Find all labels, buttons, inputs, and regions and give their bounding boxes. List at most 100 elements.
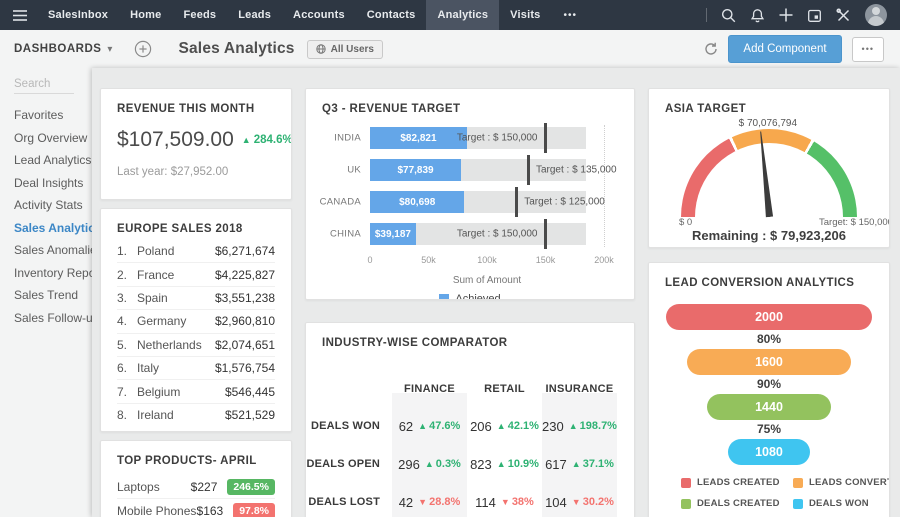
notifications-bell-icon[interactable]	[750, 8, 765, 23]
page-title: Sales Analytics	[178, 40, 294, 58]
navbar-divider	[706, 8, 707, 22]
funnel-stage-deals-won[interactable]: 1080	[728, 439, 810, 465]
nav-tab-salesinbox[interactable]: SalesInbox	[37, 0, 119, 30]
sidebar-item-sales-analytics[interactable]: Sales Analytics	[0, 217, 92, 240]
app-window: SalesInbox Home Feeds Leads Accounts Con…	[0, 0, 900, 517]
q3-track: $80,698 Target : $ 125,000	[370, 191, 586, 213]
country-value: $1,576,754	[215, 361, 275, 375]
product-delta-badge: 246.5%	[227, 479, 275, 495]
gauge-target-label: Target: $ 150,000,000	[819, 217, 890, 228]
sidebar-item-lead-analytics[interactable]: Lead Analytics	[0, 149, 92, 172]
card-title: INDUSTRY-WISE COMPARATOR	[306, 323, 634, 349]
add-dashboard-button[interactable]	[134, 40, 152, 58]
cell-value: 104	[545, 495, 567, 510]
dashboards-sidebar: Favorites Org Overview Lead Analytics De…	[0, 68, 92, 517]
quick-create-plus-icon[interactable]	[779, 8, 793, 22]
comparator-column-header: INSURANCE	[542, 371, 617, 407]
nav-tab-feeds[interactable]: Feeds	[172, 0, 227, 30]
funnel-legend-item: DEALS WON	[793, 498, 890, 509]
refresh-icon	[704, 42, 718, 56]
user-avatar[interactable]	[865, 4, 887, 26]
card-title: Q3 - REVENUE TARGET	[306, 89, 634, 115]
nav-tab-accounts[interactable]: Accounts	[282, 0, 356, 30]
sidebar-item-favorites[interactable]: Favorites	[0, 104, 92, 127]
nav-tab-visits[interactable]: Visits	[499, 0, 551, 30]
list-item: 7.Belgium$546,445	[117, 380, 275, 403]
europe-sales-list: 1.Poland$6,271,674 2.France$4,225,827 3.…	[101, 235, 291, 427]
dashboards-dropdown[interactable]: DASHBOARDS ▾	[0, 43, 112, 55]
sidebar-item-sales-trend[interactable]: Sales Trend	[0, 284, 92, 307]
add-component-button[interactable]: Add Component	[728, 35, 841, 63]
q3-legend: Achieved	[306, 293, 634, 300]
trend-arrow-icon: ▲	[418, 421, 427, 431]
dashboard-header: DASHBOARDS ▾ Sales Analytics All Users A…	[0, 30, 900, 68]
country-value: $2,960,810	[215, 314, 275, 328]
rank: 6.	[117, 361, 137, 375]
q3-row: INDIA $82,821 Target : $ 150,000	[370, 127, 604, 149]
country-name: Italy	[137, 361, 159, 375]
rank: 4.	[117, 314, 137, 328]
rank: 7.	[117, 385, 137, 399]
legend-label: DEALS CREATED	[697, 498, 780, 509]
refresh-button[interactable]	[704, 42, 718, 56]
nav-tab-leads[interactable]: Leads	[227, 0, 282, 30]
cell-value: 230	[542, 419, 564, 434]
cell-value: 114	[475, 495, 496, 510]
sidebar-item-inventory-reports[interactable]: Inventory Reports	[0, 262, 92, 285]
q3-axis-endline	[604, 125, 605, 247]
nav-tab-home[interactable]: Home	[119, 0, 172, 30]
list-item: 3.Spain$3,551,238	[117, 287, 275, 310]
all-users-badge[interactable]: All Users	[307, 40, 383, 59]
gauge-remaining-label: Remaining : $ 79,923,206	[649, 228, 889, 243]
nav-more-button[interactable]: •••	[552, 10, 590, 21]
trend-arrow-icon: ▼	[501, 497, 510, 507]
calendar-icon[interactable]	[807, 8, 822, 23]
cell-value: 296	[398, 457, 420, 472]
navbar-right-icons	[706, 4, 900, 26]
comparator-table: FINANCE RETAIL INSURANCE DEALS WON 62▲47…	[306, 371, 634, 517]
settings-tools-icon[interactable]	[836, 8, 851, 23]
card-revenue-this-month: REVENUE THIS MONTH $107,509.00 ▲ 284.6% …	[100, 88, 292, 200]
q3-axis-tick: 50k	[421, 255, 436, 265]
sidebar-search-input[interactable]	[14, 76, 74, 94]
legend-swatch	[439, 294, 449, 300]
menu-icon[interactable]	[0, 10, 37, 21]
cell-value: 206	[470, 419, 492, 434]
funnel-stage-leads-created[interactable]: 2000	[666, 304, 872, 330]
cell-value: 617	[545, 457, 567, 472]
q3-target-marker	[544, 123, 547, 153]
sidebar-item-org-overview[interactable]: Org Overview	[0, 127, 92, 150]
search-icon[interactable]	[721, 8, 736, 23]
q3-bar-achieved[interactable]: $39,187	[370, 223, 416, 245]
nav-tab-analytics[interactable]: Analytics	[426, 0, 499, 30]
sidebar-item-activity-stats[interactable]: Activity Stats	[0, 194, 92, 217]
product-row: Mobile Phones $163 97.8%	[117, 499, 275, 517]
comparator-column-header: RETAIL	[467, 371, 542, 407]
card-title: EUROPE SALES 2018	[101, 209, 291, 235]
rank: 1.	[117, 244, 137, 258]
trend-arrow-icon: ▲	[569, 421, 578, 431]
list-item: 8.Ireland$521,529	[117, 404, 275, 427]
q3-target-marker	[515, 187, 518, 217]
funnel-conversion-label: 80%	[757, 330, 781, 349]
plus-circle-icon	[134, 40, 152, 58]
country-name: Spain	[137, 291, 168, 305]
q3-bar-chart: INDIA $82,821 Target : $ 150,000 UK $77,…	[370, 127, 604, 245]
sidebar-item-sales-anomalies[interactable]: Sales Anomalies	[0, 239, 92, 262]
legend-swatch	[793, 499, 803, 509]
q3-bar-achieved[interactable]: $80,698	[370, 191, 464, 213]
funnel-stage-deals-created[interactable]: 1440	[707, 394, 831, 420]
sidebar-item-deal-insights[interactable]: Deal Insights	[0, 172, 92, 195]
nav-tab-contacts[interactable]: Contacts	[356, 0, 427, 30]
card-title: ASIA TARGET	[649, 89, 889, 115]
q3-axis-tick: 0	[367, 255, 372, 265]
comparator-cell: 42▼28.8%	[392, 483, 467, 517]
q3-bar-achieved[interactable]: $82,821	[370, 127, 467, 149]
dashboard-more-button[interactable]: •••	[852, 37, 884, 62]
funnel-stage-leads-converted[interactable]: 1600	[687, 349, 852, 375]
q3-bar-achieved[interactable]: $77,839	[370, 159, 461, 181]
sidebar-item-sales-follow-up[interactable]: Sales Follow-up T	[0, 307, 92, 330]
list-item: 2.France$4,225,827	[117, 263, 275, 286]
q3-row: CANADA $80,698 Target : $ 125,000	[370, 191, 604, 213]
q3-bar-label: $82,821	[400, 133, 436, 144]
